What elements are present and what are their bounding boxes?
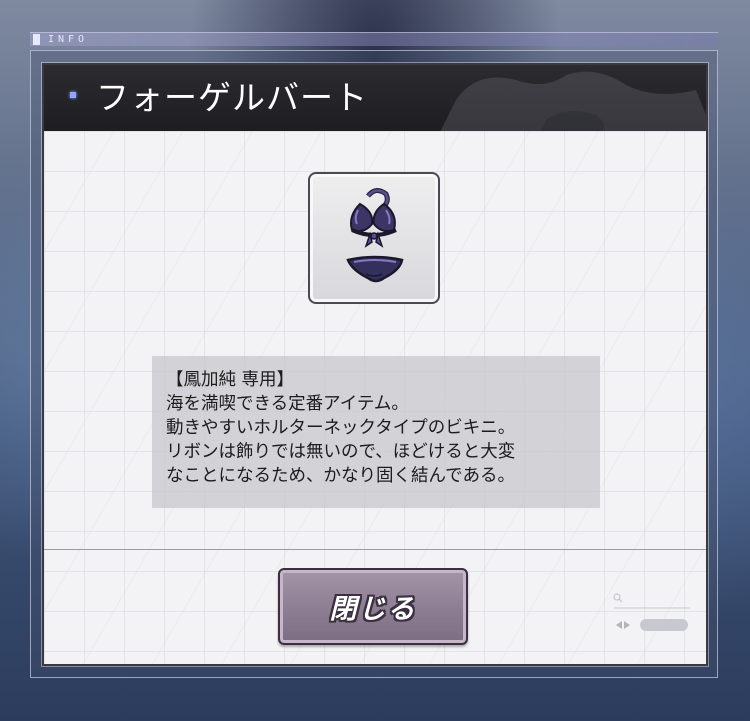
description-line: リボンは飾りでは無いので、ほどけると大変: [166, 442, 516, 462]
dialog-title-bar: フォーゲルバート: [44, 65, 706, 131]
map-decoration: [440, 71, 706, 131]
close-button[interactable]: 閉じる: [278, 568, 468, 645]
item-info-dialog: フォーゲルバート 【鳳加純 専用】 海を満喫できる定番アイテム。 動きやすいホル…: [42, 63, 708, 666]
description-line: 海を満喫できる定番アイテム。: [166, 394, 409, 414]
title-bullet-icon: [70, 92, 76, 98]
info-label: INFO: [48, 34, 89, 45]
item-icon-frame: [308, 172, 440, 304]
corner-decoration: [613, 593, 690, 631]
description-line: 【鳳加純 専用】: [166, 370, 295, 390]
item-description: 【鳳加純 専用】 海を満喫できる定番アイテム。 動きやすいホルターネックタイプの…: [152, 356, 600, 508]
description-line: なことになるため、かなり固く結んである。: [166, 466, 515, 486]
close-button-label: 閉じる: [329, 594, 417, 625]
footer-divider: [44, 549, 706, 550]
description-line: 動きやすいホルターネックタイプのビキニ。: [166, 418, 516, 438]
info-header-bar: INFO: [30, 32, 718, 46]
item-name-title: フォーゲルバート: [96, 78, 368, 117]
info-marker: [33, 34, 40, 45]
bikini-swimsuit-icon: [346, 188, 404, 283]
